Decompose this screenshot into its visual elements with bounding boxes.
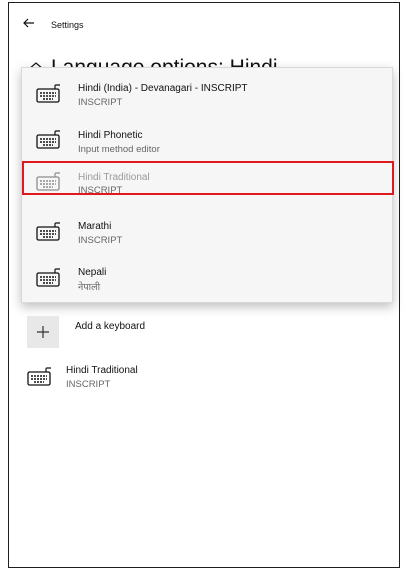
keyboard-icon <box>36 84 60 103</box>
installed-keyboard-title: Hindi Traditional <box>66 365 138 376</box>
option-title: Hindi Phonetic <box>78 130 143 141</box>
selection-highlight-box <box>22 161 394 195</box>
add-keyboard-plus-tile <box>27 316 59 348</box>
plus-icon <box>37 326 49 338</box>
back-button[interactable] <box>19 13 39 33</box>
title-bar: Settings <box>9 3 399 43</box>
keyboard-icon <box>36 222 60 241</box>
keyboard-icon <box>27 367 51 386</box>
option-subtitle: INSCRIPT <box>78 97 123 108</box>
keyboard-option-nepali[interactable]: Nepali नेपाली <box>22 260 392 300</box>
keyboard-icon <box>36 130 60 149</box>
installed-keyboard-hindi-traditional[interactable]: Hindi Traditional INSCRIPT <box>9 363 399 403</box>
keyboard-option-marathi[interactable]: Marathi INSCRIPT <box>22 214 392 254</box>
app-title: Settings <box>51 20 84 30</box>
option-title: Marathi <box>78 221 112 232</box>
option-title: Nepali <box>78 267 107 278</box>
add-keyboard-label: Add a keyboard <box>75 321 146 332</box>
option-title: Hindi (India) - Devanagari - INSCRIPT <box>78 83 248 94</box>
keyboard-dropdown-list[interactable]: Hindi (India) - Devanagari - INSCRIPT IN… <box>21 67 394 303</box>
settings-window: Settings Language options: Hindi Hindi (… <box>8 2 400 568</box>
back-arrow-icon <box>23 18 34 28</box>
keyboard-icon <box>36 268 60 287</box>
option-subtitle: नेपाली <box>78 282 101 293</box>
option-subtitle: Input method editor <box>78 144 160 155</box>
add-keyboard-button[interactable]: Add a keyboard <box>27 316 227 350</box>
keyboard-option-hindi-devanagari-inscript[interactable]: Hindi (India) - Devanagari - INSCRIPT IN… <box>22 76 392 116</box>
keyboard-option-hindi-phonetic[interactable]: Hindi Phonetic Input method editor <box>22 122 392 162</box>
option-subtitle: INSCRIPT <box>78 235 123 246</box>
installed-keyboard-subtitle: INSCRIPT <box>66 379 111 390</box>
